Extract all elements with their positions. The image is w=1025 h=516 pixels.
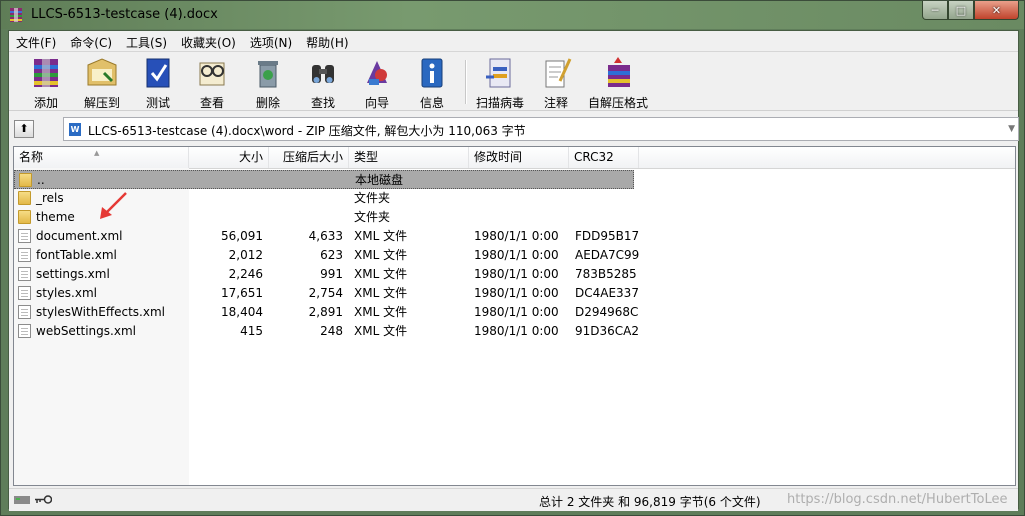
menu-tools[interactable]: 工具(S) (119, 31, 174, 51)
comment-button[interactable]: 注释 (528, 55, 584, 110)
menu-bar: 文件(F) 命令(C) 工具(S) 收藏夹(O) 选项(N) 帮助(H) (9, 31, 1018, 51)
virus-scan-label: 扫描病毒 (475, 96, 524, 110)
sfx-icon (608, 57, 630, 87)
column-header-name[interactable]: 名称 ▲ (14, 147, 189, 168)
menu-favorites[interactable]: 收藏夹(O) (174, 31, 243, 51)
virus-scan-button[interactable]: 扫描病毒 (470, 55, 530, 110)
comment-label: 注释 (543, 96, 568, 110)
find-label: 查找 (310, 96, 335, 110)
table-row[interactable]: document.xml 56,091 4,633 XML 文件 1980/1/… (14, 227, 639, 246)
file-icon (18, 324, 31, 338)
client-area: 文件(F) 命令(C) 工具(S) 收藏夹(O) 选项(N) 帮助(H) 添加 … (8, 30, 1019, 511)
address-field[interactable]: W LLCS-6513-testcase (4).docx\word - ZIP… (63, 117, 1019, 141)
maximize-button[interactable]: □ (948, 1, 974, 20)
file-icon (18, 248, 31, 262)
column-header-packed[interactable]: 压缩后大小 (269, 147, 349, 168)
watermark: https://blog.csdn.net/HubertToLee (787, 492, 1008, 507)
close-button[interactable]: ✕ (974, 1, 1019, 20)
wizard-label: 向导 (364, 96, 389, 110)
file-icon (18, 305, 31, 319)
menu-options[interactable]: 选项(N) (243, 31, 299, 51)
word-document-icon: W (69, 123, 81, 136)
add-label: 添加 (33, 96, 58, 110)
info-button[interactable]: 信息 (404, 55, 460, 110)
toolbar-separator (465, 60, 467, 104)
drive-icon[interactable] (14, 494, 30, 505)
table-row[interactable]: styles.xml 17,651 2,754 XML 文件 1980/1/1 … (14, 284, 639, 303)
toolbar: 添加 解压到 测试 查看 删除 查找 向导 信息 扫描病毒 注释 自解压格式 (9, 51, 1018, 111)
file-list[interactable]: 名称 ▲ 大小 压缩后大小 类型 修改时间 CRC32 .. 本地磁盘 _rels… (13, 146, 1016, 486)
folder-icon (19, 173, 32, 187)
find-button[interactable]: 查找 (295, 55, 351, 110)
table-row[interactable]: settings.xml 2,246 991 XML 文件 1980/1/1 0… (14, 265, 637, 284)
extract-to-icon (87, 58, 117, 86)
delete-icon (258, 61, 278, 88)
red-arrow-annotation (100, 192, 127, 219)
minimize-button[interactable]: ─ (922, 1, 948, 20)
menu-help[interactable]: 帮助(H) (299, 31, 355, 51)
test-label: 测试 (145, 96, 170, 110)
folder-icon (18, 191, 31, 205)
column-header-type[interactable]: 类型 (349, 147, 469, 168)
up-arrow-icon: ⬆ (19, 122, 29, 135)
close-icon: ✕ (991, 3, 1002, 17)
title-bar[interactable]: LLCS-6513-testcase (4).docx ─ □ ✕ (1, 1, 1024, 29)
wizard-icon (367, 61, 387, 85)
table-row[interactable]: webSettings.xml 415 248 XML 文件 1980/1/1 … (14, 322, 639, 341)
file-icon (18, 267, 31, 281)
key-icon[interactable] (34, 494, 52, 505)
address-text: LLCS-6513-testcase (4).docx\word - ZIP 压… (88, 124, 526, 138)
sfx-label: 自解压格式 (587, 96, 648, 110)
minimize-icon: ─ (931, 3, 939, 17)
menu-file[interactable]: 文件(F) (9, 31, 63, 51)
table-row[interactable]: fontTable.xml 2,012 623 XML 文件 1980/1/1 … (14, 246, 639, 265)
winrar-app-icon (10, 8, 22, 22)
virus-scan-icon (486, 58, 511, 88)
find-icon (312, 65, 334, 83)
app-window: LLCS-6513-testcase (4).docx ─ □ ✕ 文件(F) … (0, 0, 1025, 516)
column-header-crc32[interactable]: CRC32 (569, 147, 639, 168)
status-summary: 总计 2 文件夹 和 96,819 字节(6 个文件) (539, 495, 761, 509)
table-row[interactable]: .. 本地磁盘 (14, 170, 634, 189)
view-label: 查看 (199, 96, 224, 110)
folder-icon (18, 210, 31, 224)
info-label: 信息 (419, 96, 444, 110)
test-icon (146, 58, 170, 88)
maximize-icon: □ (955, 3, 967, 17)
column-header-modified[interactable]: 修改时间 (469, 147, 569, 168)
up-folder-button[interactable]: ⬆ (14, 120, 34, 138)
menu-commands[interactable]: 命令(C) (63, 31, 119, 51)
file-icon (18, 286, 31, 300)
info-icon (421, 58, 443, 88)
table-row[interactable]: stylesWithEffects.xml 18,404 2,891 XML 文… (14, 303, 638, 322)
extract-to-label: 解压到 (83, 96, 120, 110)
file-icon (18, 229, 31, 243)
view-button[interactable]: 查看 (184, 55, 240, 110)
view-icon (199, 62, 225, 86)
status-bar: 总计 2 文件夹 和 96,819 字节(6 个文件) https://blog… (9, 488, 1018, 511)
column-header-size[interactable]: 大小 (189, 147, 269, 168)
extract-to-button[interactable]: 解压到 (74, 55, 130, 110)
test-button[interactable]: 测试 (130, 55, 186, 110)
list-header: 名称 ▲ 大小 压缩后大小 类型 修改时间 CRC32 (14, 147, 1015, 169)
sort-ascending-icon: ▲ (94, 149, 100, 157)
address-bar: ⬆ W LLCS-6513-testcase (4).docx\word - Z… (9, 112, 1019, 146)
add-archive-icon (34, 59, 58, 87)
chevron-down-icon[interactable]: ▼ (1008, 124, 1015, 134)
sfx-button[interactable]: 自解压格式 (585, 55, 651, 110)
delete-label: 删除 (255, 96, 280, 110)
window-title: LLCS-6513-testcase (4).docx (31, 7, 218, 22)
wizard-button[interactable]: 向导 (349, 55, 405, 110)
delete-button[interactable]: 删除 (240, 55, 296, 110)
comment-icon (545, 58, 572, 88)
add-button[interactable]: 添加 (18, 55, 74, 110)
